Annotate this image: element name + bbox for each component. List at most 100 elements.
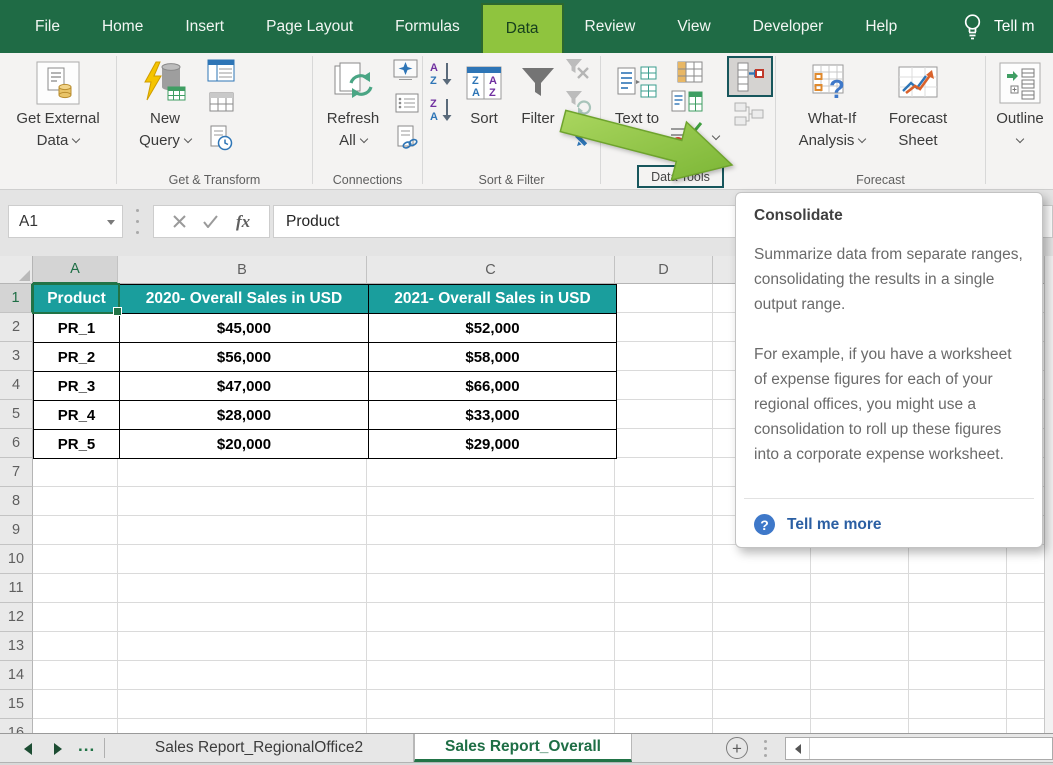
cell-A12[interactable] — [33, 603, 118, 632]
cell-F13[interactable] — [811, 632, 909, 661]
filter-button[interactable]: Filter — [513, 53, 563, 130]
cell-A13[interactable] — [33, 632, 118, 661]
table-cell[interactable]: $29,000 — [369, 430, 617, 459]
cell-B15[interactable] — [118, 690, 367, 719]
table-cell[interactable]: PR_2 — [34, 343, 120, 372]
connection-properties-icon[interactable] — [393, 59, 418, 86]
cell-D16[interactable] — [615, 719, 713, 733]
cell-D8[interactable] — [615, 487, 713, 516]
from-table-icon[interactable] — [209, 92, 234, 117]
sort-descending-icon[interactable]: Z A — [429, 96, 455, 127]
cell-C8[interactable] — [367, 487, 615, 516]
table-cell[interactable]: $52,000 — [369, 314, 617, 343]
row-header-2[interactable]: 2 — [0, 313, 33, 342]
cell-F10[interactable] — [811, 545, 909, 574]
edit-links-icon[interactable] — [396, 125, 419, 156]
insert-function-icon[interactable]: fx — [236, 212, 250, 232]
workbook-connections-icon[interactable] — [395, 93, 419, 118]
hscroll-left-icon[interactable] — [786, 738, 810, 759]
cell-G12[interactable] — [909, 603, 1007, 632]
cell-C11[interactable] — [367, 574, 615, 603]
cell-B13[interactable] — [118, 632, 367, 661]
table-header-cell[interactable]: Product — [34, 285, 120, 314]
cell-D13[interactable] — [615, 632, 713, 661]
column-header-C[interactable]: C — [367, 256, 615, 284]
cell-D4[interactable] — [615, 371, 713, 400]
tell-me-search[interactable]: Tell m — [963, 0, 1034, 53]
cell-D14[interactable] — [615, 661, 713, 690]
cell-G16[interactable] — [909, 719, 1007, 733]
ribbon-tab-view[interactable]: View — [656, 0, 731, 53]
sheet-tab-overflow[interactable]: ... — [78, 736, 95, 756]
cancel-icon[interactable] — [173, 215, 186, 228]
formula-bar-divider-dots[interactable] — [136, 209, 139, 234]
ribbon-tab-data[interactable]: Data — [481, 3, 564, 53]
cell-F14[interactable] — [811, 661, 909, 690]
row-header-10[interactable]: 10 — [0, 545, 33, 574]
name-box-dropdown-icon[interactable] — [107, 220, 115, 225]
ribbon-tab-developer[interactable]: Developer — [732, 0, 845, 53]
cell-D1[interactable] — [615, 284, 713, 313]
ribbon-tab-insert[interactable]: Insert — [164, 0, 245, 53]
table-cell[interactable]: $20,000 — [120, 430, 369, 459]
cell-C12[interactable] — [367, 603, 615, 632]
cell-D5[interactable] — [615, 400, 713, 429]
cell-D11[interactable] — [615, 574, 713, 603]
tab-bar-dots[interactable] — [764, 740, 767, 757]
add-sheet-icon[interactable]: + — [726, 737, 748, 759]
ribbon-tab-page-layout[interactable]: Page Layout — [245, 0, 374, 53]
table-header-cell[interactable]: 2020- Overall Sales in USD — [120, 285, 369, 314]
row-header-13[interactable]: 13 — [0, 632, 33, 661]
cell-A11[interactable] — [33, 574, 118, 603]
cell-B11[interactable] — [118, 574, 367, 603]
cell-A9[interactable] — [33, 516, 118, 545]
table-cell[interactable]: PR_3 — [34, 372, 120, 401]
cell-F11[interactable] — [811, 574, 909, 603]
cell-D15[interactable] — [615, 690, 713, 719]
recent-sources-icon[interactable] — [209, 125, 233, 156]
row-header-3[interactable]: 3 — [0, 342, 33, 371]
table-header-cell[interactable]: 2021- Overall Sales in USD — [369, 285, 617, 314]
cell-D6[interactable] — [615, 429, 713, 458]
table-cell[interactable]: PR_5 — [34, 430, 120, 459]
cell-G14[interactable] — [909, 661, 1007, 690]
cell-E15[interactable] — [713, 690, 811, 719]
row-header-12[interactable]: 12 — [0, 603, 33, 632]
cell-G10[interactable] — [909, 545, 1007, 574]
ribbon-tab-review[interactable]: Review — [564, 0, 657, 53]
row-header-9[interactable]: 9 — [0, 516, 33, 545]
select-all-corner[interactable] — [0, 256, 33, 284]
column-header-D[interactable]: D — [615, 256, 713, 284]
cell-A7[interactable] — [33, 458, 118, 487]
cell-B12[interactable] — [118, 603, 367, 632]
cell-B14[interactable] — [118, 661, 367, 690]
table-cell[interactable]: $58,000 — [369, 343, 617, 372]
row-header-14[interactable]: 14 — [0, 661, 33, 690]
cell-C14[interactable] — [367, 661, 615, 690]
table-cell[interactable]: $47,000 — [120, 372, 369, 401]
cell-D9[interactable] — [615, 516, 713, 545]
ribbon-tab-help[interactable]: Help — [844, 0, 918, 53]
forecast-sheet-button[interactable]: Forecast Sheet — [878, 53, 958, 152]
row-header-11[interactable]: 11 — [0, 574, 33, 603]
sheet-tab-regional-office2[interactable]: Sales Report_RegionalOffice2 — [105, 734, 414, 762]
consolidate-button[interactable] — [727, 56, 773, 97]
cell-B16[interactable] — [118, 719, 367, 733]
cell-A8[interactable] — [33, 487, 118, 516]
cell-A14[interactable] — [33, 661, 118, 690]
dropdown-chevron-icon[interactable] — [712, 132, 720, 140]
cell-E11[interactable] — [713, 574, 811, 603]
row-header-5[interactable]: 5 — [0, 400, 33, 429]
table-cell[interactable]: PR_1 — [34, 314, 120, 343]
cell-A15[interactable] — [33, 690, 118, 719]
what-if-analysis-button[interactable]: ? What-If Analysis — [788, 53, 876, 152]
get-external-data-button[interactable]: Get External Data — [4, 53, 112, 152]
refresh-all-button[interactable]: Refresh All — [315, 53, 391, 152]
column-header-B[interactable]: B — [118, 256, 367, 284]
table-cell[interactable]: $66,000 — [369, 372, 617, 401]
cell-E12[interactable] — [713, 603, 811, 632]
ribbon-tab-home[interactable]: Home — [81, 0, 164, 53]
column-header-A[interactable]: A — [33, 256, 118, 284]
cell-E10[interactable] — [713, 545, 811, 574]
sort-button[interactable]: Z A A Z Sort — [455, 53, 513, 130]
